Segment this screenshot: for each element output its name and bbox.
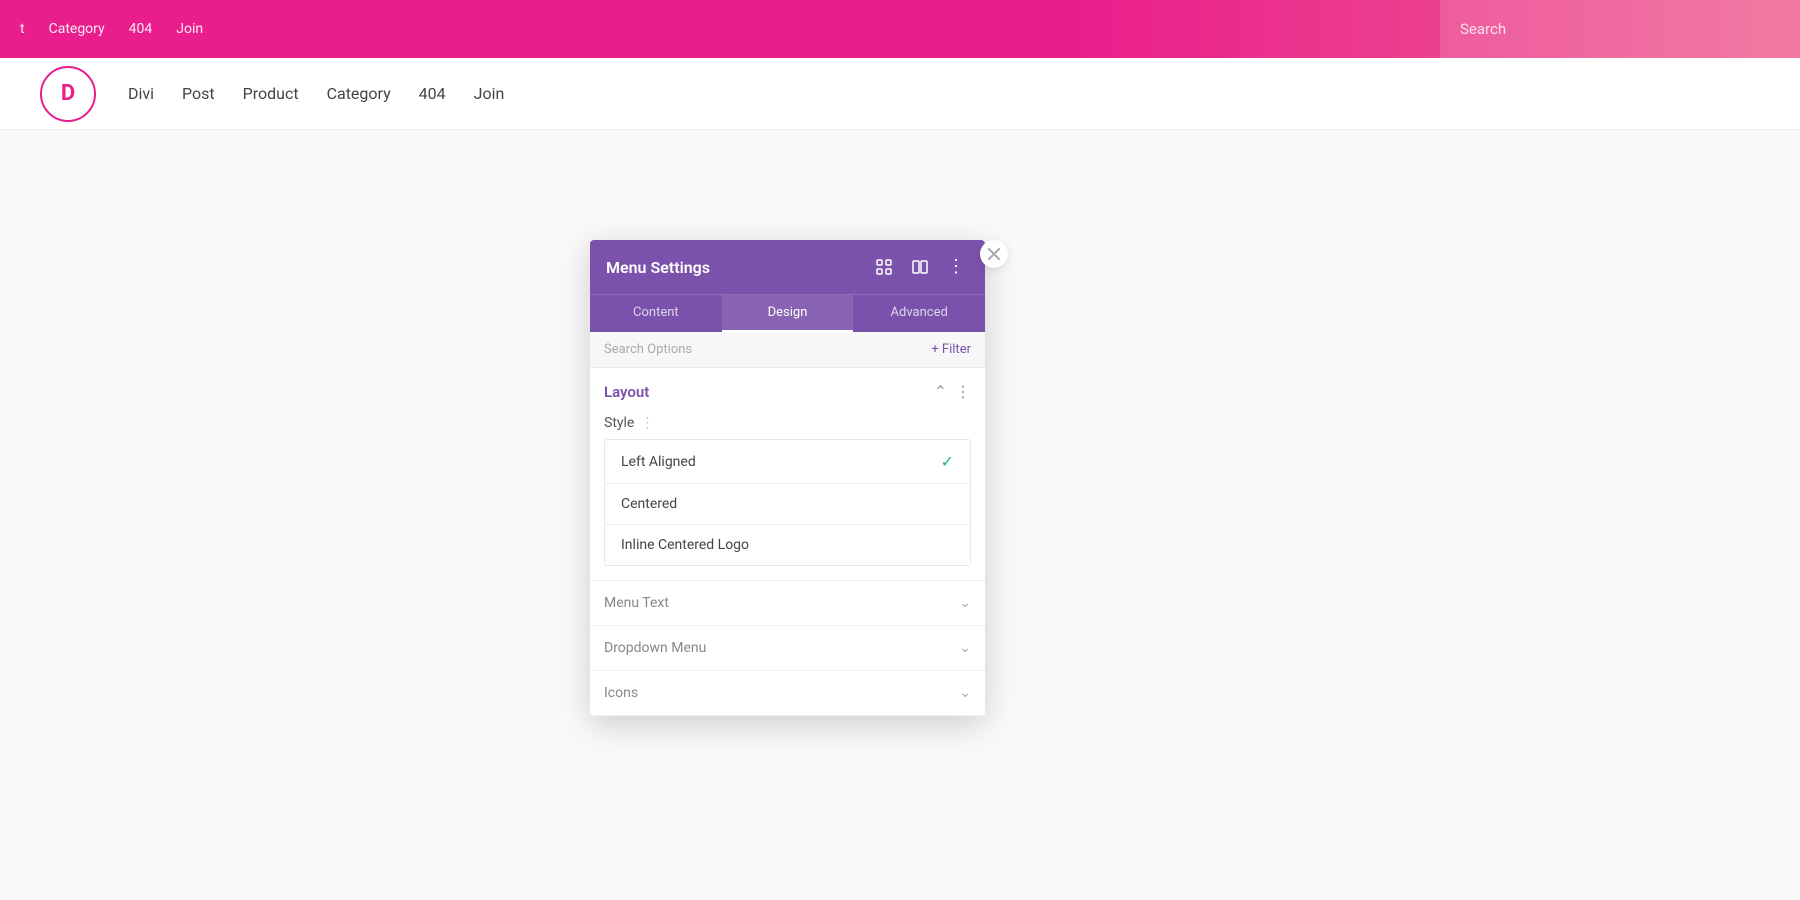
- page-background: Menu Settings ⋮ Content Design Advanced …: [0, 130, 1800, 900]
- menu-settings-panel: Menu Settings ⋮ Content Design Advanced …: [590, 240, 985, 716]
- icons-section[interactable]: Icons ⌄: [590, 671, 985, 716]
- nav-item-404[interactable]: 404: [419, 84, 446, 103]
- search-options-bar: Search Options + Filter: [590, 332, 985, 368]
- icons-chevron: ⌄: [959, 685, 971, 701]
- layout-collapse-button[interactable]: ⌃: [934, 382, 947, 401]
- menu-text-title: Menu Text: [604, 595, 669, 611]
- panel-close-button[interactable]: [980, 240, 1008, 268]
- style-label-row: Style ⋮: [604, 411, 971, 439]
- panel-title: Menu Settings: [606, 258, 710, 277]
- nav-items: Divi Post Product Category 404 Join: [128, 84, 504, 103]
- dropdown-menu-title: Dropdown Menu: [604, 640, 706, 656]
- style-more-icon[interactable]: ⋮: [640, 415, 654, 431]
- admin-bar-search-label: Search: [1460, 20, 1506, 38]
- style-option-left-aligned-label: Left Aligned: [621, 454, 696, 470]
- main-nav: D Divi Post Product Category 404 Join: [0, 58, 1800, 130]
- icons-title: Icons: [604, 685, 638, 701]
- nav-item-divi[interactable]: Divi: [128, 84, 154, 103]
- menu-text-section[interactable]: Menu Text ⌄: [590, 581, 985, 626]
- nav-item-join[interactable]: Join: [474, 84, 505, 103]
- style-option-inline-centered-logo[interactable]: Inline Centered Logo: [605, 525, 970, 565]
- nav-item-category[interactable]: Category: [327, 84, 391, 103]
- style-label: Style: [604, 415, 634, 431]
- admin-bar-item-404[interactable]: 404: [129, 21, 153, 37]
- style-dropdown-list: Left Aligned ✓ Centered Inline Centered …: [604, 439, 971, 566]
- split-icon[interactable]: [907, 254, 933, 280]
- style-option-centered-label: Centered: [621, 496, 677, 512]
- admin-bar-item-join[interactable]: Join: [176, 21, 203, 37]
- tab-advanced[interactable]: Advanced: [853, 295, 985, 332]
- layout-more-button[interactable]: ⋮: [955, 382, 971, 401]
- panel-header: Menu Settings ⋮: [590, 240, 985, 294]
- layout-section: Layout ⌃ ⋮ Style ⋮ Left Aligned ✓: [590, 368, 985, 581]
- style-option-centered[interactable]: Centered: [605, 484, 970, 525]
- logo[interactable]: D: [40, 66, 96, 122]
- admin-bar-item-t[interactable]: t: [20, 21, 25, 37]
- admin-bar: t Category 404 Join Search: [0, 0, 1800, 58]
- fullscreen-icon[interactable]: [871, 254, 897, 280]
- panel-header-icons: ⋮: [871, 254, 969, 280]
- tab-content[interactable]: Content: [590, 295, 722, 332]
- check-icon: ✓: [941, 452, 954, 471]
- search-options-input[interactable]: Search Options: [604, 342, 692, 357]
- style-option-inline-centered-logo-label: Inline Centered Logo: [621, 537, 749, 553]
- admin-bar-item-category[interactable]: Category: [49, 21, 105, 37]
- panel-tabs: Content Design Advanced: [590, 294, 985, 332]
- admin-bar-search[interactable]: Search: [1440, 0, 1800, 58]
- nav-item-product[interactable]: Product: [243, 84, 299, 103]
- layout-section-actions: ⌃ ⋮: [934, 382, 971, 401]
- filter-button[interactable]: + Filter: [931, 342, 971, 357]
- layout-section-title: Layout: [604, 383, 649, 401]
- dropdown-menu-chevron: ⌄: [959, 640, 971, 656]
- more-options-icon[interactable]: ⋮: [943, 254, 969, 280]
- tab-design[interactable]: Design: [722, 295, 854, 332]
- panel-body: Layout ⌃ ⋮ Style ⋮ Left Aligned ✓: [590, 368, 985, 716]
- nav-item-post[interactable]: Post: [182, 84, 215, 103]
- style-option-left-aligned[interactable]: Left Aligned ✓: [605, 440, 970, 484]
- layout-section-header: Layout ⌃ ⋮: [604, 368, 971, 411]
- menu-text-chevron: ⌄: [959, 595, 971, 611]
- dropdown-menu-section[interactable]: Dropdown Menu ⌄: [590, 626, 985, 671]
